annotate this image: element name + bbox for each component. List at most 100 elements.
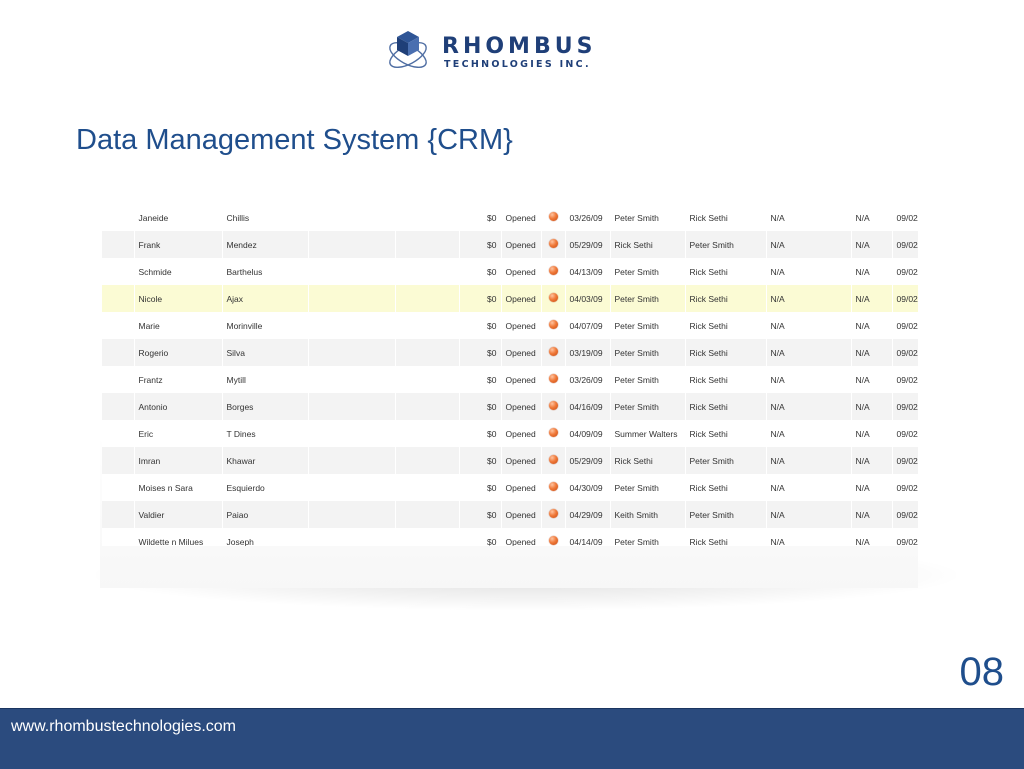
spacer-cell: [102, 339, 135, 366]
col-a-cell: N/A: [766, 258, 852, 285]
col-b-cell: N/A: [851, 447, 893, 474]
status-icon-cell: [541, 285, 566, 312]
status-cell: Opened: [501, 501, 542, 528]
first-name-cell: Antonio: [134, 393, 223, 420]
col-a-cell: N/A: [766, 474, 852, 501]
crm-table-container: Janeide Chillis $0 Opened 03/26/09 Peter Smit…: [102, 204, 918, 546]
updated-date-cell: 09/02/09: [892, 528, 918, 546]
spacer-cell: [102, 501, 135, 528]
empty-cell: [308, 420, 396, 447]
spacer-cell: [102, 447, 135, 474]
rep-cell: Rick Sethi: [685, 258, 767, 285]
rep-cell: Rick Sethi: [685, 393, 767, 420]
col-a-cell: N/A: [766, 366, 852, 393]
owner-cell: Peter Smith: [610, 474, 686, 501]
col-b-cell: N/A: [851, 393, 893, 420]
empty-cell: [308, 474, 396, 501]
spacer-cell: [102, 258, 135, 285]
table-row: Janeide Chillis $0 Opened 03/26/09 Peter Smit…: [102, 204, 918, 231]
rep-cell: Rick Sethi: [685, 339, 767, 366]
col-b-cell: N/A: [851, 312, 893, 339]
col-a-cell: N/A: [766, 312, 852, 339]
col-a-cell: N/A: [766, 231, 852, 258]
status-icon-cell: [541, 339, 566, 366]
first-name-cell: Wildette n Milues: [134, 528, 223, 546]
spacer-cell: [102, 474, 135, 501]
status-icon-cell: [541, 258, 566, 285]
empty-cell: [395, 231, 460, 258]
col-b-cell: N/A: [851, 366, 893, 393]
status-icon-cell: [541, 474, 566, 501]
updated-date-cell: 09/02/09: [892, 501, 918, 528]
spacer-cell: [102, 231, 135, 258]
date-cell: 04/14/09: [565, 528, 611, 546]
slide-number: 08: [959, 650, 1005, 694]
owner-cell: Rick Sethi: [610, 447, 686, 474]
date-cell: 04/09/09: [565, 420, 611, 447]
col-b-cell: N/A: [851, 420, 893, 447]
col-b-cell: N/A: [851, 528, 893, 546]
col-a-cell: N/A: [766, 528, 852, 546]
date-cell: 03/19/09: [565, 339, 611, 366]
owner-cell: Summer Walters: [610, 420, 686, 447]
empty-cell: [308, 393, 396, 420]
last-name-cell: Chillis: [222, 204, 309, 231]
updated-date-cell: 09/02/09: [892, 474, 918, 501]
amount-cell: $0: [459, 285, 502, 312]
rep-cell: Peter Smith: [685, 447, 767, 474]
updated-date-cell: 09/02/09: [892, 312, 918, 339]
date-cell: 04/07/09: [565, 312, 611, 339]
rep-cell: Rick Sethi: [685, 204, 767, 231]
empty-cell: [395, 339, 460, 366]
amount-cell: $0: [459, 339, 502, 366]
amount-cell: $0: [459, 474, 502, 501]
status-cell: Opened: [501, 285, 542, 312]
status-dot-icon: [548, 293, 558, 302]
empty-cell: [308, 339, 396, 366]
last-name-cell: Paiao: [222, 501, 309, 528]
status-icon-cell: [541, 420, 566, 447]
updated-date-cell: 09/02/09: [892, 447, 918, 474]
status-dot-icon: [548, 239, 558, 248]
status-icon-cell: [541, 312, 566, 339]
status-dot-icon: [548, 509, 558, 518]
date-cell: 04/03/09: [565, 285, 611, 312]
last-name-cell: Morinville: [222, 312, 309, 339]
status-icon-cell: [541, 501, 566, 528]
updated-date-cell: 09/02/09: [892, 204, 918, 231]
col-a-cell: N/A: [766, 393, 852, 420]
amount-cell: $0: [459, 204, 502, 231]
brand-name: RHOMBUS: [442, 34, 597, 59]
status-dot-icon: [548, 212, 558, 221]
first-name-cell: Rogerio: [134, 339, 223, 366]
owner-cell: Peter Smith: [610, 204, 686, 231]
table-row: Imran Khawar $0 Opened 05/29/09 Rick Sethi Pet…: [102, 447, 918, 474]
col-b-cell: N/A: [851, 258, 893, 285]
rep-cell: Rick Sethi: [685, 528, 767, 546]
owner-cell: Peter Smith: [610, 366, 686, 393]
rep-cell: Rick Sethi: [685, 366, 767, 393]
status-dot-icon: [548, 455, 558, 464]
status-cell: Opened: [501, 339, 542, 366]
date-cell: 03/26/09: [565, 366, 611, 393]
empty-cell: [395, 258, 460, 285]
amount-cell: $0: [459, 231, 502, 258]
last-name-cell: Mytill: [222, 366, 309, 393]
spacer-cell: [102, 528, 135, 546]
status-dot-icon: [548, 374, 558, 383]
status-dot-icon: [548, 401, 558, 410]
status-dot-icon: [548, 536, 558, 545]
status-icon-cell: [541, 366, 566, 393]
amount-cell: $0: [459, 528, 502, 546]
status-cell: Opened: [501, 258, 542, 285]
last-name-cell: Khawar: [222, 447, 309, 474]
date-cell: 05/29/09: [565, 231, 611, 258]
last-name-cell: Esquierdo: [222, 474, 309, 501]
table-row: Wildette n Milues Joseph $0 Opened 04/14/09 P…: [102, 528, 918, 546]
footer-url: www.rhombustechnologies.com: [11, 718, 236, 735]
col-a-cell: N/A: [766, 204, 852, 231]
company-logo: RHOMBUS TECHNOLOGIES INC.: [386, 28, 630, 74]
col-b-cell: N/A: [851, 231, 893, 258]
last-name-cell: Mendez: [222, 231, 309, 258]
first-name-cell: Janeide: [134, 204, 223, 231]
